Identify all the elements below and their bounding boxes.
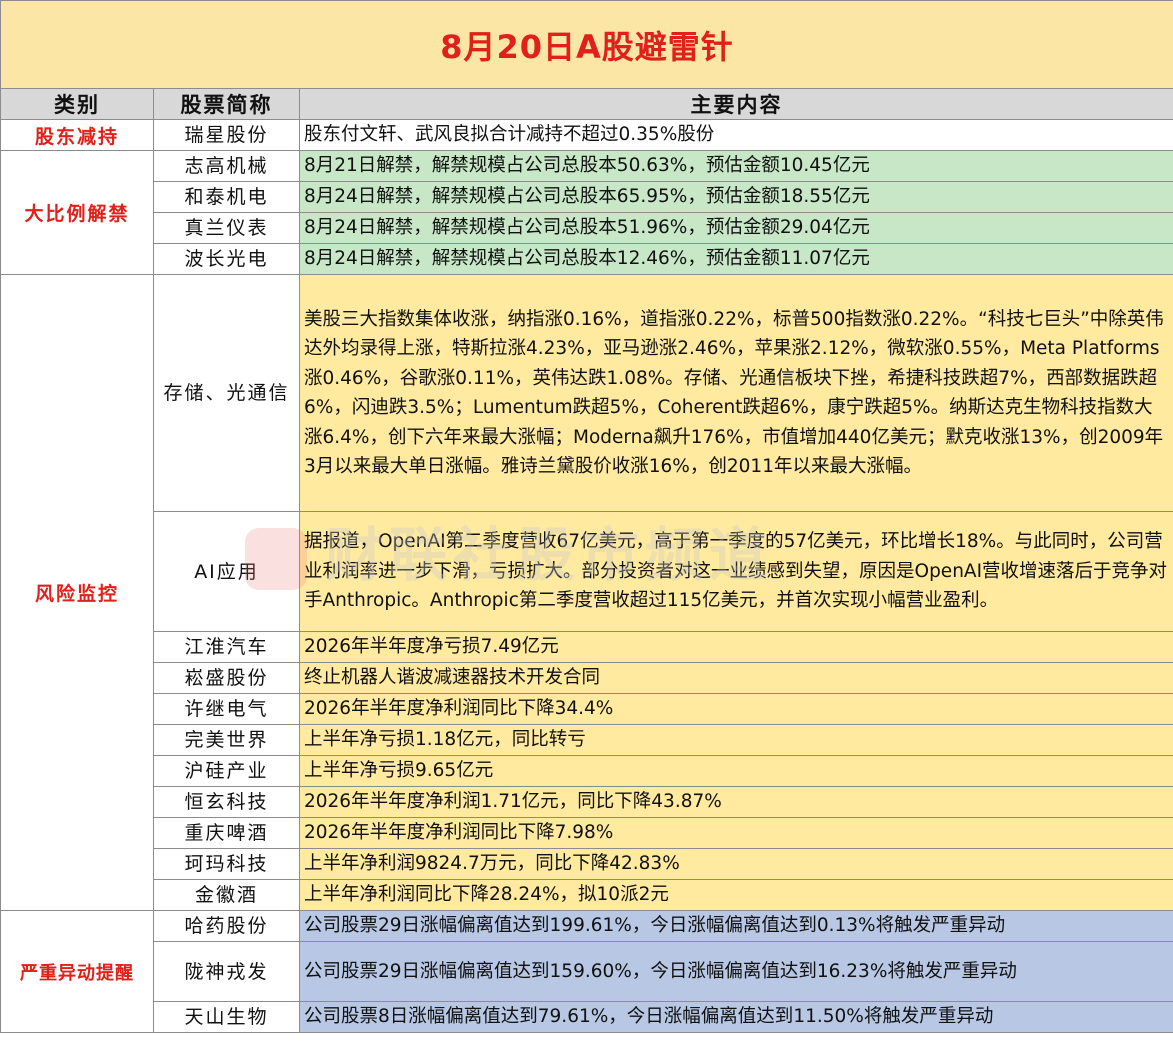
page-title: 8月20日A股避雷针 [0,0,1173,89]
row-content: 上半年净亏损9.65亿元 [298,755,1173,787]
row-content: 8月24日解禁，解禁规模占公司总股本65.95%，预估金额18.55亿元 [298,181,1173,213]
stock-name: 重庆啤酒 [153,817,300,849]
stock-name: 崧盛股份 [153,662,300,694]
row-content: 2026年半年度净利润同比下降34.4% [298,693,1173,725]
row-content: 2026年半年度净亏损7.49亿元 [298,631,1173,663]
stock-name: 江淮汽车 [153,631,300,663]
stock-name: 和泰机电 [153,181,300,213]
stock-name: 天山生物 [153,1001,300,1033]
stock-name: 金徽酒 [153,879,300,911]
stock-alert-table: 8月20日A股避雷针 类别 股票简称 主要内容 股东减持 瑞星股份 股东付文轩、… [0,0,1173,1033]
row-content: 据报道，OpenAI第二季度营收67亿美元，高于第一季度的57亿美元，环比增长1… [298,511,1173,632]
stock-name: 瑞星股份 [153,119,300,151]
stock-name: 许继电气 [153,693,300,725]
row-content: 2026年半年度净利润1.71亿元，同比下降43.87% [298,786,1173,818]
stock-name: 沪硅产业 [153,755,300,787]
row-content: 上半年净利润同比下降28.24%，拟10派2元 [298,879,1173,911]
stock-name: 恒玄科技 [153,786,300,818]
row-content: 终止机器人谐波减速器技术开发合同 [298,662,1173,694]
category-shareholder-reduction: 股东减持 [0,119,154,151]
row-content: 公司股票29日涨幅偏离值达到199.61%，今日涨幅偏离值达到0.13%将触发严… [298,910,1173,942]
stock-name: 哈药股份 [153,910,300,942]
row-content: 8月24日解禁，解禁规模占公司总股本51.96%，预估金额29.04亿元 [298,212,1173,244]
stock-name: 波长光电 [153,243,300,275]
row-content: 上半年净利润9824.7万元，同比下降42.83% [298,848,1173,880]
row-content: 8月24日解禁，解禁规模占公司总股本12.46%，预估金额11.07亿元 [298,243,1173,275]
category-risk-monitor: 风险监控 [0,274,154,911]
row-content: 2026年半年度净利润同比下降7.98% [298,817,1173,849]
stock-name: 珂玛科技 [153,848,300,880]
stock-name: 陇神戎发 [153,941,300,1002]
stock-name: 志高机械 [153,150,300,182]
header-stock: 股票简称 [153,88,300,120]
stock-name: 存储、光通信 [153,274,300,512]
category-abnormal-alert: 严重异动提醒 [0,910,154,1033]
header-category: 类别 [0,88,154,120]
stock-name: 完美世界 [153,724,300,756]
category-large-unlock: 大比例解禁 [0,150,154,275]
row-content: 上半年净亏损1.18亿元，同比转亏 [298,724,1173,756]
row-content: 股东付文轩、武风良拟合计减持不超过0.35%股份 [298,119,1173,151]
header-content: 主要内容 [298,88,1173,120]
row-content: 公司股票8日涨幅偏离值达到79.61%，今日涨幅偏离值达到11.50%将触发严重… [298,1001,1173,1033]
row-content: 美股三大指数集体收涨，纳指涨0.16%，道指涨0.22%，标普500指数涨0.2… [298,274,1173,512]
row-content: 公司股票29日涨幅偏离值达到159.60%，今日涨幅偏离值达到16.23%将触发… [298,941,1173,1002]
row-content: 8月21日解禁，解禁规模占公司总股本50.63%，预估金额10.45亿元 [298,150,1173,182]
stock-name: 真兰仪表 [153,212,300,244]
stock-name: AI应用 [153,511,300,632]
